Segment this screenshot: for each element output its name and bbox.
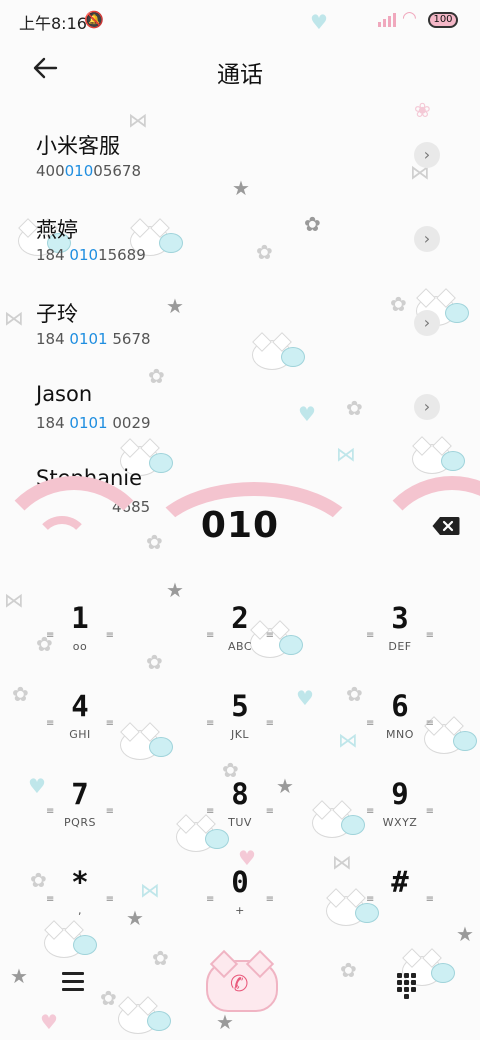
- contact-number: 40001005678: [36, 162, 141, 180]
- contact-name: 小米客服: [36, 134, 120, 158]
- list-item[interactable]: 小米客服 40001005678 ›: [0, 118, 480, 202]
- key-4[interactable]: 4 GHI ≡ ≡: [10, 688, 150, 768]
- list-item[interactable]: Jason 184 0101 0029 ›: [0, 370, 480, 454]
- header: 通话: [0, 50, 480, 90]
- contact-name: Jason: [36, 382, 93, 406]
- list-item[interactable]: 燕婷 184 01015689 ›: [0, 202, 480, 286]
- signal-icon: [378, 12, 396, 27]
- key-3[interactable]: 3 DEF ≡ ≡: [330, 600, 470, 680]
- page-title: 通话: [217, 62, 263, 88]
- chevron-right-icon[interactable]: ›: [414, 142, 440, 168]
- call-icon: ✆: [230, 972, 249, 997]
- key-star[interactable]: * , ≡ ≡: [10, 864, 150, 944]
- list-item[interactable]: 子玲 184 0101 5678 ›: [0, 286, 480, 370]
- dialed-number[interactable]: 010: [0, 505, 480, 546]
- status-bar: 上午8:16 🔕 ◠ 100: [0, 0, 480, 40]
- key-1[interactable]: 1 oo ≡ ≡: [10, 600, 150, 680]
- dialpad-icon[interactable]: [396, 973, 416, 999]
- contact-number: 184 01015689: [36, 246, 146, 264]
- key-5[interactable]: 5 JKL ≡ ≡: [170, 688, 310, 768]
- contact-list[interactable]: 小米客服 40001005678 › 燕婷 184 01015689 › 子玲 …: [0, 118, 480, 518]
- key-0[interactable]: 0 + ≡ ≡: [170, 864, 310, 944]
- chevron-right-icon[interactable]: ›: [414, 226, 440, 252]
- contact-name: 子玲: [36, 302, 78, 326]
- battery-icon: 100: [428, 12, 458, 28]
- contact-number: 184 0101 5678: [36, 330, 151, 348]
- key-7[interactable]: 7 PQRS ≡ ≡: [10, 776, 150, 856]
- key-6[interactable]: 6 MNO ≡ ≡: [330, 688, 470, 768]
- mute-icon: 🔕: [84, 10, 104, 29]
- key-hash[interactable]: # ≡ ≡: [330, 864, 470, 944]
- contact-number: 184 0101 0029: [36, 414, 151, 432]
- key-8[interactable]: 8 TUV ≡ ≡: [170, 776, 310, 856]
- battery-level: 100: [433, 14, 453, 25]
- voicemail-icon: oo: [72, 640, 88, 653]
- key-2[interactable]: 2 ABC ≡ ≡: [170, 600, 310, 680]
- call-button[interactable]: ✆: [206, 960, 278, 1012]
- chevron-right-icon[interactable]: ›: [414, 394, 440, 420]
- contact-name: 燕婷: [36, 218, 78, 242]
- wifi-icon: ◠: [402, 8, 417, 28]
- chevron-right-icon[interactable]: ›: [414, 310, 440, 336]
- menu-icon[interactable]: [62, 972, 84, 992]
- status-time: 上午8:16: [19, 14, 87, 33]
- backspace-icon[interactable]: [432, 516, 460, 536]
- contact-name: Stephanie: [36, 466, 143, 490]
- key-9[interactable]: 9 WXYZ ≡ ≡: [330, 776, 470, 856]
